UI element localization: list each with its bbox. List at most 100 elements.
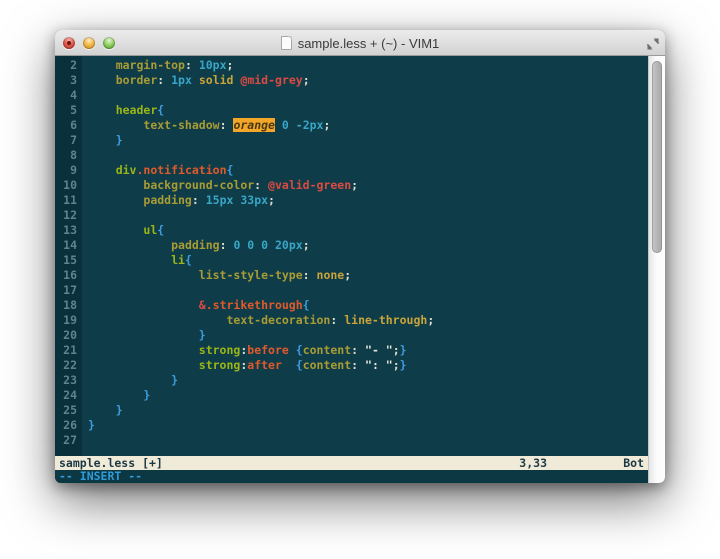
- code-text: }: [82, 133, 123, 148]
- code-line[interactable]: 5 header{: [55, 103, 648, 118]
- minimize-button[interactable]: [83, 37, 95, 49]
- code-text: [82, 88, 88, 103]
- close-button[interactable]: [63, 37, 75, 49]
- line-number: 11: [55, 193, 82, 208]
- code-line[interactable]: 2 margin-top: 10px;: [55, 58, 648, 73]
- traffic-light-buttons: [63, 37, 115, 49]
- line-number: 4: [55, 88, 82, 103]
- code-text: }: [82, 418, 95, 433]
- line-number: 25: [55, 403, 82, 418]
- line-number: 7: [55, 133, 82, 148]
- line-number: 17: [55, 283, 82, 298]
- line-number: 9: [55, 163, 82, 178]
- code-line[interactable]: 7 }: [55, 133, 648, 148]
- scrollbar-track[interactable]: [648, 56, 665, 483]
- code-text: strong:after {content: ": ";}: [82, 358, 407, 373]
- code-line[interactable]: 22 strong:after {content: ": ";}: [55, 358, 648, 373]
- line-number: 23: [55, 373, 82, 388]
- line-number: 12: [55, 208, 82, 223]
- window-titlebar[interactable]: sample.less + (~) - VIM1: [55, 30, 665, 56]
- line-number: 19: [55, 313, 82, 328]
- code-text: strong:before {content: "- ";}: [82, 343, 407, 358]
- code-text: }: [82, 373, 178, 388]
- line-number: 21: [55, 343, 82, 358]
- line-number: 10: [55, 178, 82, 193]
- line-number: 24: [55, 388, 82, 403]
- code-text: text-decoration: line-through;: [82, 313, 434, 328]
- line-number: 15: [55, 253, 82, 268]
- line-number: 14: [55, 238, 82, 253]
- line-number: 27: [55, 433, 82, 448]
- code-text: header{: [82, 103, 164, 118]
- code-line[interactable]: 18 &.strikethrough{: [55, 298, 648, 313]
- code-line[interactable]: 11 padding: 15px 33px;: [55, 193, 648, 208]
- code-line[interactable]: 26}: [55, 418, 648, 433]
- code-text: [82, 208, 88, 223]
- statusline-filename: sample.less [+]: [59, 456, 163, 470]
- code-line[interactable]: 6 text-shadow: orange 0 -2px;: [55, 118, 648, 133]
- code-line[interactable]: 3 border: 1px solid @mid-grey;: [55, 73, 648, 88]
- desktop: sample.less + (~) - VIM1 2 margin-top: 1…: [0, 0, 720, 559]
- code-text: &.strikethrough{: [82, 298, 310, 313]
- code-line[interactable]: 24 }: [55, 388, 648, 403]
- window-title: sample.less + (~) - VIM1: [298, 36, 440, 51]
- zoom-button[interactable]: [103, 37, 115, 49]
- line-number: 20: [55, 328, 82, 343]
- code-line[interactable]: 12: [55, 208, 648, 223]
- code-line[interactable]: 20 }: [55, 328, 648, 343]
- code-line[interactable]: 17: [55, 283, 648, 298]
- code-line[interactable]: 23 }: [55, 373, 648, 388]
- code-text: }: [82, 388, 150, 403]
- code-line[interactable]: 19 text-decoration: line-through;: [55, 313, 648, 328]
- code-text: div.notification{: [82, 163, 233, 178]
- code-line[interactable]: 27: [55, 433, 648, 448]
- fullscreen-button[interactable]: [646, 37, 659, 50]
- line-number: 26: [55, 418, 82, 433]
- title-group: sample.less + (~) - VIM1: [55, 30, 665, 56]
- document-icon: [281, 36, 292, 50]
- code-text: }: [82, 403, 123, 418]
- code-line[interactable]: 10 background-color: @valid-green;: [55, 178, 648, 193]
- code-text: li{: [82, 253, 192, 268]
- line-number: 22: [55, 358, 82, 373]
- line-number: 16: [55, 268, 82, 283]
- line-number: 13: [55, 223, 82, 238]
- code-text: border: 1px solid @mid-grey;: [82, 73, 310, 88]
- scrollbar-thumb[interactable]: [652, 61, 662, 253]
- statusline-position: Bot: [623, 456, 644, 470]
- code-text: list-style-type: none;: [82, 268, 351, 283]
- editor-column: 2 margin-top: 10px;3 border: 1px solid @…: [55, 56, 648, 483]
- code-text: [82, 283, 88, 298]
- code-line[interactable]: 14 padding: 0 0 0 20px;: [55, 238, 648, 253]
- line-number: 5: [55, 103, 82, 118]
- code-text: [82, 148, 88, 163]
- vim-window: sample.less + (~) - VIM1 2 margin-top: 1…: [55, 30, 665, 483]
- line-number: 2: [55, 58, 82, 73]
- code-text: [82, 433, 88, 448]
- line-number: 18: [55, 298, 82, 313]
- line-number: 8: [55, 148, 82, 163]
- code-text: ul{: [82, 223, 164, 238]
- line-number: 6: [55, 118, 82, 133]
- vim-modeline: -- INSERT --: [55, 470, 648, 483]
- line-number: 3: [55, 73, 82, 88]
- statusline-ruler: 3,33: [519, 456, 547, 470]
- code-line[interactable]: 13 ul{: [55, 223, 648, 238]
- fullscreen-arrows-icon: [647, 38, 659, 50]
- code-text: }: [82, 328, 206, 343]
- code-line[interactable]: 16 list-style-type: none;: [55, 268, 648, 283]
- code-line[interactable]: 21 strong:before {content: "- ";}: [55, 343, 648, 358]
- code-line[interactable]: 9 div.notification{: [55, 163, 648, 178]
- window-content: 2 margin-top: 10px;3 border: 1px solid @…: [55, 56, 665, 483]
- code-text: padding: 15px 33px;: [82, 193, 275, 208]
- code-text: margin-top: 10px;: [82, 58, 233, 73]
- vim-statusline: sample.less [+] 3,33 Bot: [55, 456, 648, 470]
- code-text: text-shadow: orange 0 -2px;: [82, 118, 330, 133]
- code-line[interactable]: 25 }: [55, 403, 648, 418]
- code-text: background-color: @valid-green;: [82, 178, 358, 193]
- code-line[interactable]: 4: [55, 88, 648, 103]
- code-area[interactable]: 2 margin-top: 10px;3 border: 1px solid @…: [55, 56, 648, 456]
- code-line[interactable]: 15 li{: [55, 253, 648, 268]
- code-line[interactable]: 8: [55, 148, 648, 163]
- code-text: padding: 0 0 0 20px;: [82, 238, 310, 253]
